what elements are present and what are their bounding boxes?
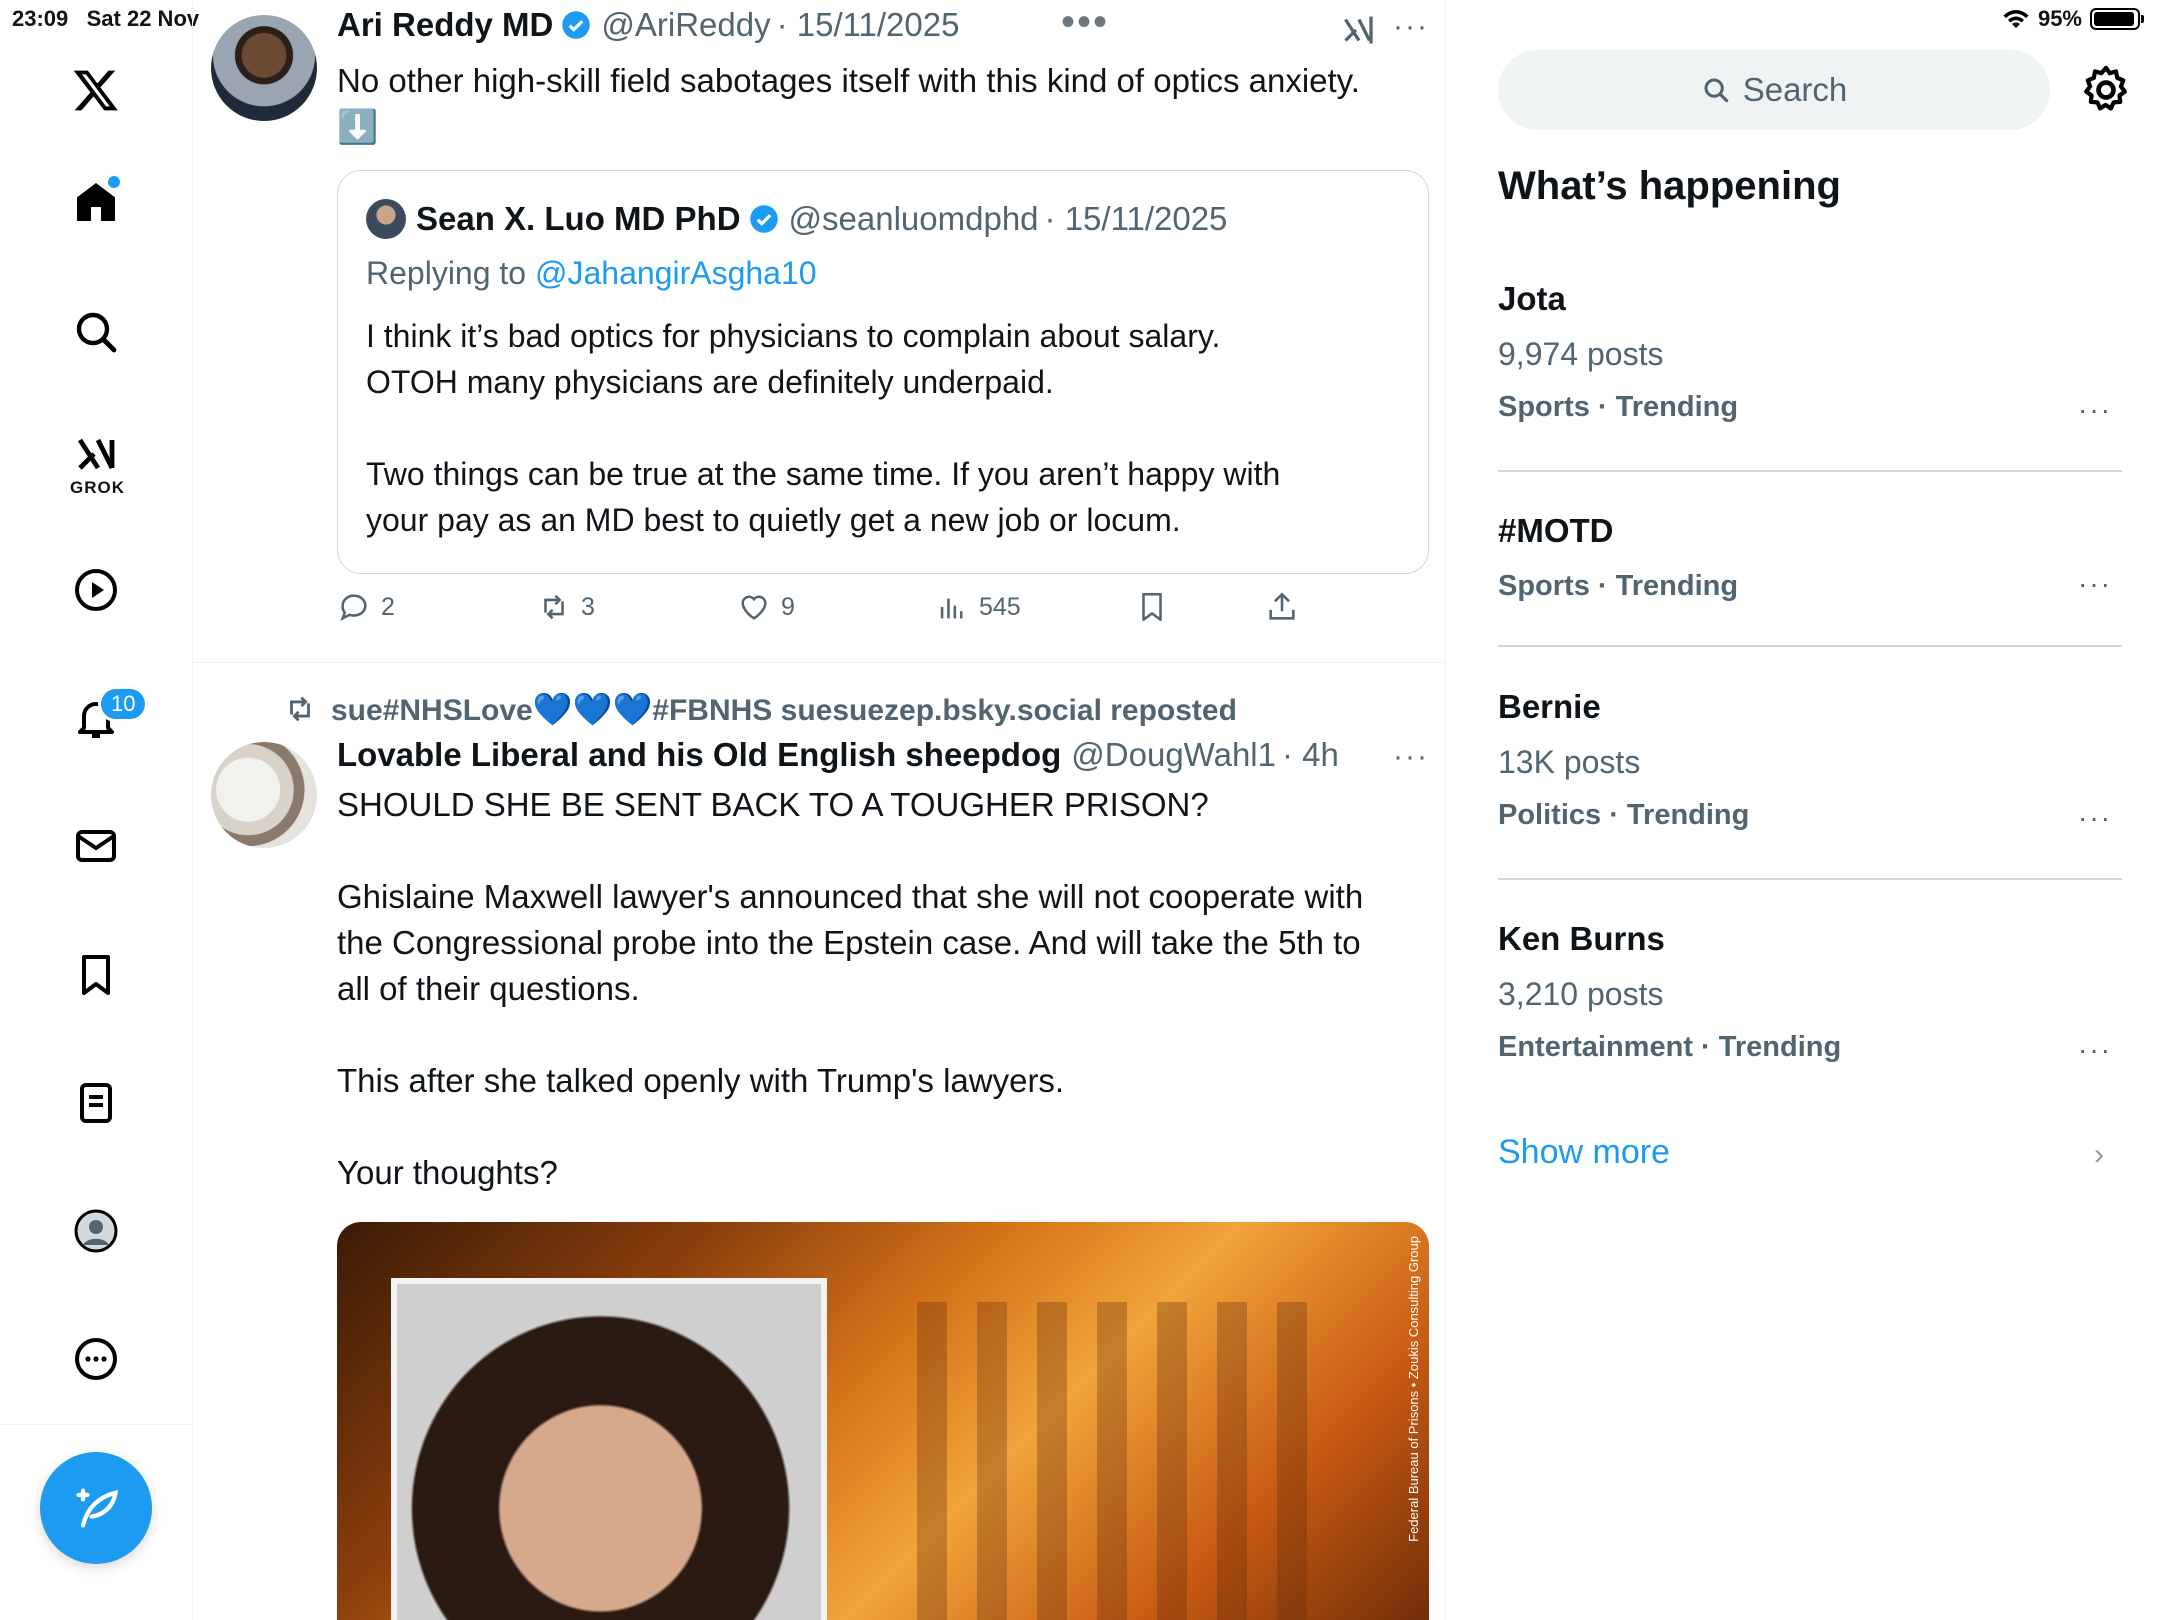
tweet2-header: Lovable Liberal and his Old English shee… (337, 736, 1339, 774)
heart-icon (741, 595, 767, 620)
compose-button[interactable] (40, 1452, 152, 1564)
mugshot-photo (391, 1278, 827, 1620)
tweet-date[interactable]: · 15/11/2025 (777, 6, 960, 44)
drag-handle-dots[interactable]: ••• (1061, 0, 1109, 45)
prison-building (917, 1302, 1337, 1620)
chevron-right-icon[interactable]: › (2094, 1138, 2104, 1172)
trend-item[interactable]: Jota 9,974 posts Sports · Trending ··· (1498, 280, 2122, 426)
author-name[interactable]: Lovable Liberal and his Old English shee… (337, 736, 1061, 774)
replying-to-handle[interactable]: @JahangirAsgha10 (535, 255, 817, 291)
bookmark-icon (1142, 592, 1162, 622)
repost-button[interactable]: 3 (537, 590, 595, 624)
bookmark-button[interactable] (1135, 590, 1169, 624)
repost-indicator[interactable]: sue#NHSLove💙💙💙#FBNHS suesuezep.bsky.soci… (283, 690, 1237, 728)
trend-item[interactable]: Ken Burns 3,210 posts Entertainment · Tr… (1498, 920, 2122, 1066)
tweet-more-icon[interactable]: ··· (1393, 10, 1429, 44)
tweet1-actions: 2 3 9 545 (337, 590, 1337, 640)
profile-icon[interactable] (66, 1201, 126, 1261)
trend-more-icon[interactable]: ··· (2078, 802, 2112, 834)
trend-item[interactable]: #MOTD Sports · Trending ··· (1498, 512, 2122, 603)
blue-heart-emoji: 💙💙💙 (532, 691, 653, 727)
author-handle[interactable]: @AriReddy (601, 6, 770, 44)
grok-explain-icon[interactable] (1341, 12, 1377, 48)
reply-button[interactable]: 2 (337, 590, 395, 624)
repost-icon (290, 696, 310, 722)
quote-text: I think it’s bad optics for physicians t… (366, 318, 1281, 538)
trend-divider (1498, 645, 2122, 647)
home-unread-dot (108, 176, 120, 188)
tweet-time[interactable]: · 4h (1282, 736, 1339, 774)
gear-icon[interactable] (2078, 62, 2134, 118)
quote-author-handle: @seanluomdphd (788, 200, 1039, 237)
tweet1-text: No other high-skill field sabotages itse… (337, 62, 1360, 99)
search-icon (1704, 78, 1728, 103)
x-logo-icon[interactable] (66, 60, 126, 120)
verified-badge-icon (749, 205, 778, 233)
mail-icon[interactable] (66, 816, 126, 876)
quote-author-name: Sean X. Luo MD PhD (416, 200, 741, 237)
search-input[interactable]: Search (1498, 50, 2050, 130)
avatar-ari-reddy[interactable] (211, 15, 317, 121)
views-button[interactable]: 545 (935, 590, 1021, 624)
verified-badge-icon (562, 11, 591, 39)
bookmark-icon[interactable] (66, 945, 126, 1005)
views-icon (940, 598, 963, 619)
tweet2-text: SHOULD SHE BE SENT BACK TO A TOUGHER PRI… (337, 786, 1364, 1191)
avatar-dougwahl[interactable] (211, 742, 317, 848)
tweet1-header: Ari Reddy MD @AriReddy · 15/11/2025 (337, 6, 959, 44)
down-arrow-emoji: ⬇️ (337, 108, 379, 145)
trend-divider (1498, 878, 2122, 880)
nav-divider (0, 1424, 193, 1425)
tweet-divider (193, 662, 1445, 663)
lists-icon[interactable] (66, 1073, 126, 1133)
compose-feather-icon (76, 1488, 119, 1528)
like-button[interactable]: 9 (737, 590, 795, 624)
grok-icon[interactable] (66, 424, 126, 484)
trend-more-icon[interactable]: ··· (2078, 568, 2112, 600)
repost-icon (544, 594, 564, 620)
trend-more-icon[interactable]: ··· (2078, 394, 2112, 426)
more-circle-icon[interactable] (66, 1329, 126, 1389)
left-nav: GROK 10 (0, 0, 193, 1620)
quote-header: Sean X. Luo MD PhD @seanluomdphd · 15/11… (366, 199, 1227, 239)
show-more-link[interactable]: Show more (1498, 1133, 1670, 1172)
trend-more-icon[interactable]: ··· (2078, 1034, 2112, 1066)
trend-item[interactable]: Bernie 13K posts Politics · Trending ··· (1498, 688, 2122, 834)
replying-to: Replying to @JahangirAsgha10 (366, 255, 817, 291)
whats-happening-title: What’s happening (1498, 164, 1841, 208)
author-handle[interactable]: @DougWahl1 (1071, 736, 1276, 774)
tweet-more-icon[interactable]: ··· (1393, 740, 1429, 774)
notifications-badge: 10 (98, 686, 149, 722)
image-caption: Federal Bureau of Prisons • Zoukis Consu… (1406, 1236, 1421, 1542)
timeline: Ari Reddy MD @AriReddy · 15/11/2025 ••• … (193, 0, 1446, 1620)
reply-icon (340, 594, 367, 621)
quote-tweet-card[interactable]: Sean X. Luo MD PhD @seanluomdphd · 15/11… (337, 170, 1429, 574)
grok-label: GROK (70, 478, 125, 497)
tweet-media-image[interactable]: Federal Bureau of Prisons • Zoukis Consu… (337, 1222, 1429, 1620)
quote-avatar (366, 199, 406, 239)
search-icon[interactable] (66, 302, 126, 362)
search-placeholder: Search (1742, 71, 1848, 108)
author-name[interactable]: Ari Reddy MD (337, 6, 553, 44)
quote-date: · 15/11/2025 (1044, 200, 1228, 237)
right-sidebar: Search What’s happening Jota 9,974 posts… (1446, 0, 2160, 1620)
share-button[interactable] (1265, 590, 1299, 624)
trend-divider (1498, 470, 2122, 472)
share-icon (1269, 592, 1295, 620)
play-icon[interactable] (66, 560, 126, 620)
